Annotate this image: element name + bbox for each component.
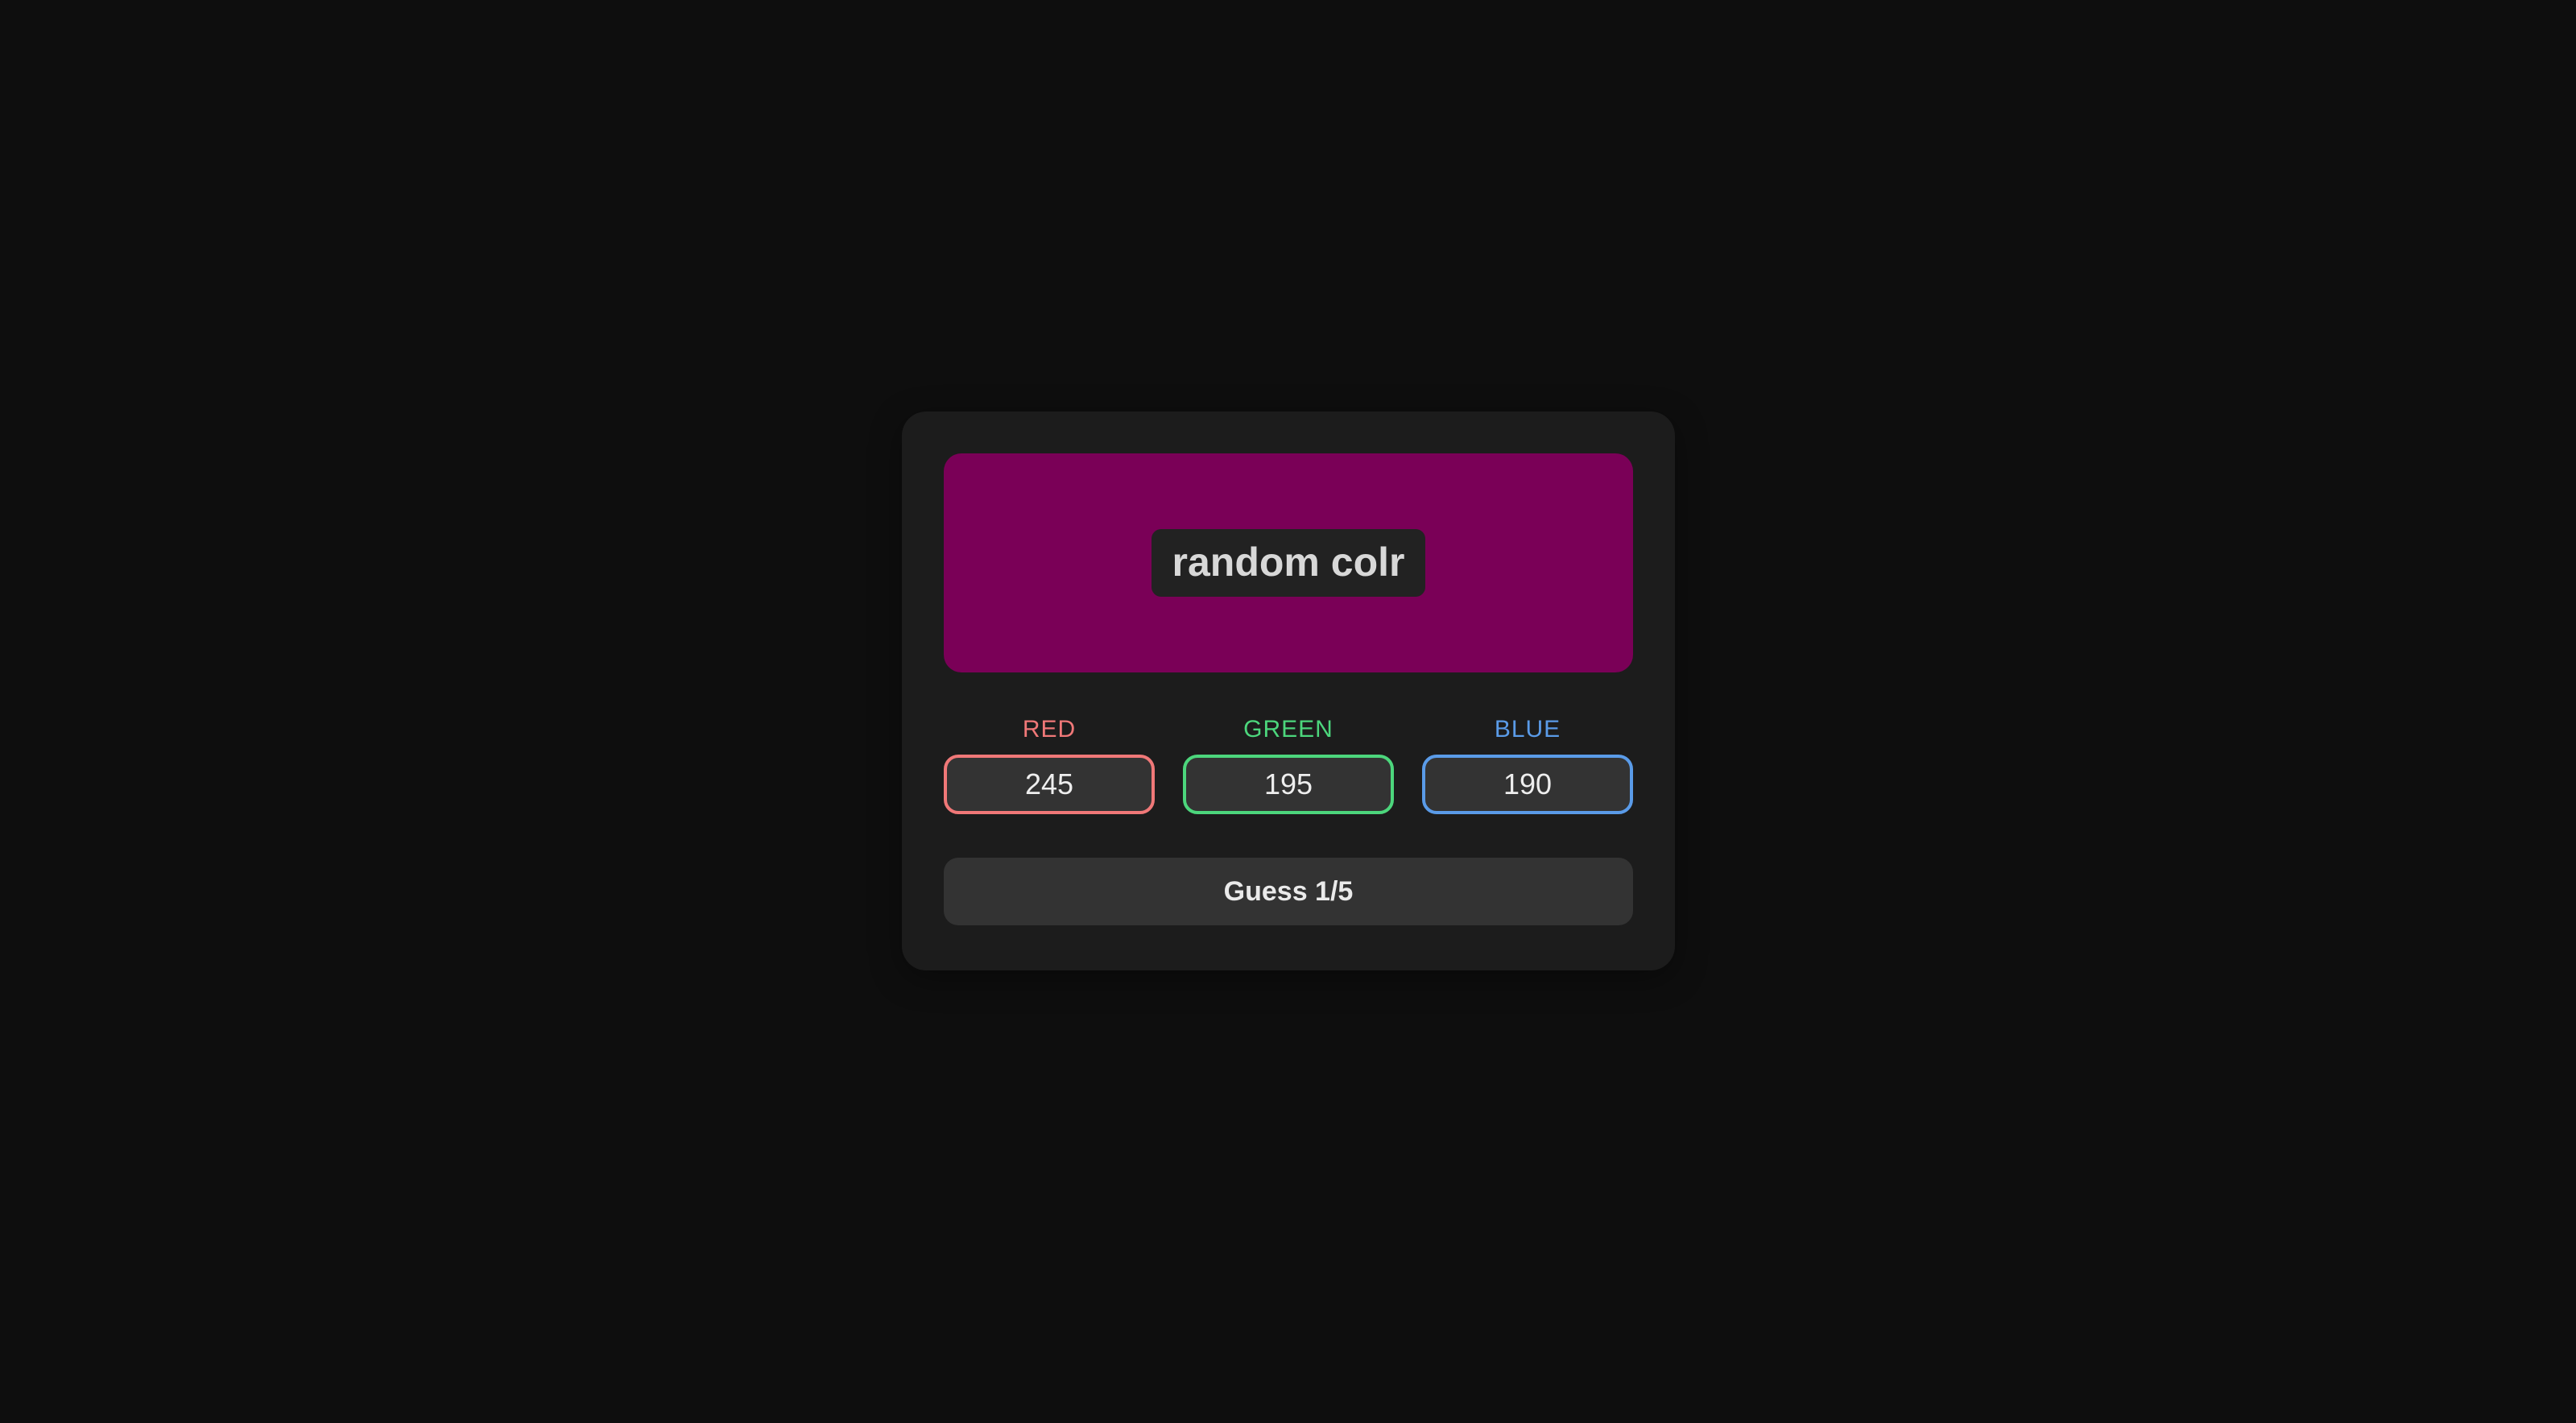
green-label: GREEN	[1243, 716, 1333, 743]
blue-input[interactable]	[1422, 755, 1633, 814]
channel-blue: BLUE	[1422, 718, 1633, 814]
rgb-inputs: RED GREEN BLUE	[944, 718, 1633, 814]
swatch-label: random colr	[1151, 529, 1426, 597]
channel-red: RED	[944, 718, 1155, 814]
red-input[interactable]	[944, 755, 1155, 814]
guess-button[interactable]: Guess 1/5	[944, 858, 1633, 925]
color-swatch: random colr	[944, 453, 1633, 672]
color-game-card: random colr RED GREEN BLUE Guess 1/5	[902, 412, 1675, 970]
red-label: RED	[1022, 716, 1077, 743]
channel-green: GREEN	[1183, 718, 1394, 814]
green-input[interactable]	[1183, 755, 1394, 814]
blue-label: BLUE	[1494, 716, 1561, 743]
